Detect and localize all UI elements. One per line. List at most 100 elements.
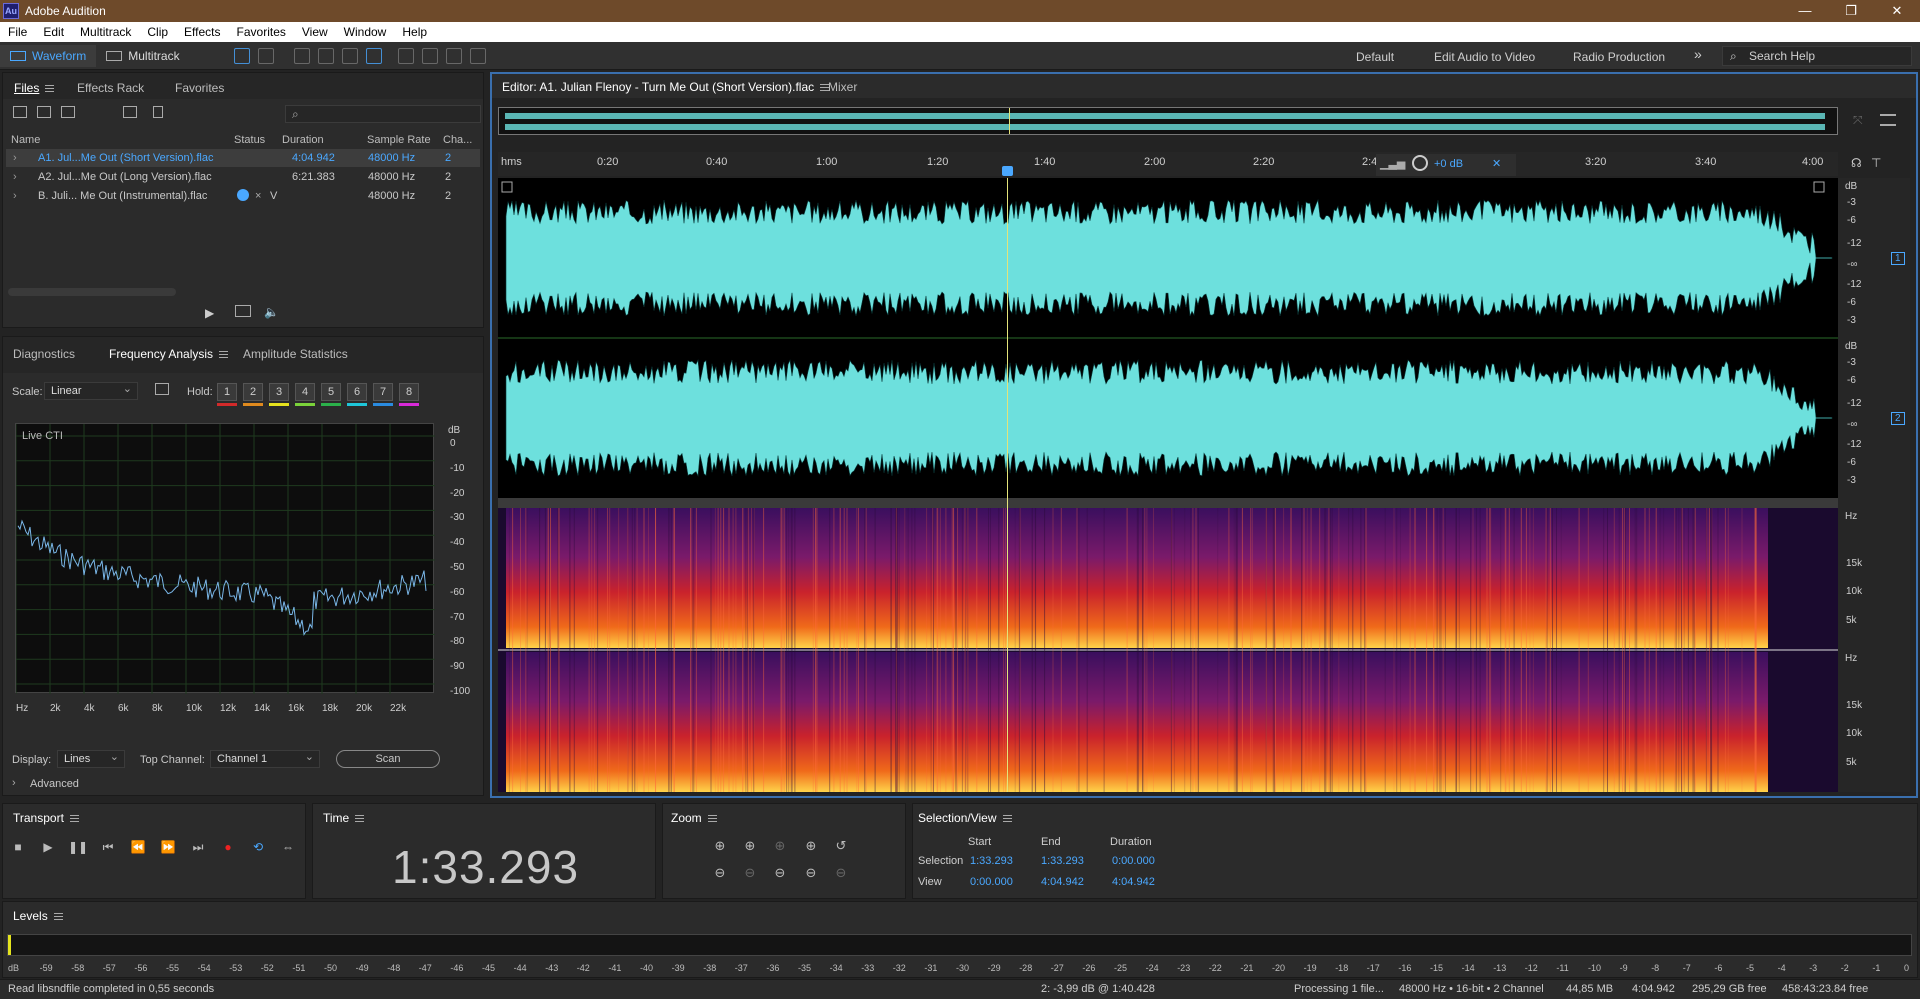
zoom-in-right-icon[interactable]: ⊖	[802, 865, 820, 881]
zoom-out-full-icon[interactable]: ⊖	[771, 865, 789, 881]
volume-knob-icon[interactable]	[1412, 155, 1428, 171]
restore-icon[interactable]: ❐	[1828, 0, 1874, 22]
delete-icon[interactable]	[153, 106, 163, 118]
hold-button-3[interactable]: 3	[269, 383, 289, 401]
column-duration[interactable]: Duration	[282, 134, 324, 146]
scale-select[interactable]: Linear	[44, 381, 138, 400]
menu-multitrack[interactable]: Multitrack	[72, 25, 139, 39]
hold-button-1[interactable]: 1	[217, 383, 237, 401]
pin-hud-icon[interactable]: ✕	[1492, 157, 1501, 170]
marquee-tool-icon[interactable]	[397, 47, 414, 64]
cancel-icon[interactable]: ×	[255, 190, 261, 202]
go-to-start-icon[interactable]: ⏮	[98, 838, 118, 856]
stop-icon[interactable]: ■	[8, 838, 28, 856]
play-preview-icon[interactable]: ▶	[205, 306, 214, 320]
menu-effects[interactable]: Effects	[176, 25, 228, 39]
skip-selection-icon[interactable]: ⇔	[278, 838, 298, 856]
spot-healing-tool-icon[interactable]	[469, 47, 486, 64]
hold-button-8[interactable]: 8	[399, 383, 419, 401]
time-display[interactable]: 1:33.293	[392, 840, 579, 894]
tab-files[interactable]: Files	[14, 81, 55, 95]
selection-end[interactable]: 1:33.293	[1041, 855, 1084, 867]
level-meter[interactable]	[7, 934, 1912, 956]
menu-edit[interactable]: Edit	[35, 25, 72, 39]
file-row[interactable]: › A1. Jul...Me Out (Short Version).flac …	[6, 149, 480, 167]
log-view-icon[interactable]	[155, 383, 169, 395]
tab-frequency-analysis[interactable]: Frequency Analysis	[109, 347, 229, 361]
waveform-view-icon[interactable]	[233, 47, 250, 64]
hold-button-5[interactable]: 5	[321, 383, 341, 401]
waveform-display[interactable]	[498, 178, 1838, 498]
marker-icon[interactable]: ⊤	[1871, 156, 1881, 170]
hold-button-6[interactable]: 6	[347, 383, 367, 401]
column-sample-rate[interactable]: Sample Rate	[367, 134, 431, 146]
playhead-handle[interactable]	[1002, 166, 1013, 176]
razor-tool-icon[interactable]	[317, 47, 334, 64]
hold-button-2[interactable]: 2	[243, 383, 263, 401]
scan-button[interactable]: Scan	[336, 750, 440, 768]
move-tool-icon[interactable]	[293, 47, 310, 64]
loop-preview-icon[interactable]	[235, 305, 251, 317]
spectral-view-icon[interactable]	[257, 47, 274, 64]
menu-favorites[interactable]: Favorites	[229, 25, 294, 39]
advanced-toggle[interactable]: Advanced	[30, 778, 79, 790]
hud-gain[interactable]: ▁▃▅ +0 dB ✕	[1376, 154, 1516, 176]
column-channels[interactable]: Cha...	[443, 134, 472, 146]
play-icon[interactable]: ▶	[38, 838, 58, 856]
tab-diagnostics[interactable]: Diagnostics	[13, 347, 75, 361]
analysis-panel-menu-icon[interactable]	[219, 351, 229, 359]
zoom-out-right-icon[interactable]: ⊖	[832, 865, 850, 881]
column-status[interactable]: Status	[234, 134, 265, 146]
waveform-mode-button[interactable]: Waveform	[0, 44, 97, 67]
top-channel-select[interactable]: Channel 1	[210, 749, 320, 768]
autoplay-icon[interactable]: 🔈	[264, 305, 279, 319]
go-to-end-icon[interactable]: ⏭	[188, 838, 208, 856]
zoom-overview-icon[interactable]: ⤧	[1853, 113, 1863, 128]
zoom-in-time-icon[interactable]: ⊕	[741, 838, 759, 854]
workspace-default[interactable]: Default	[1356, 50, 1394, 64]
file-row[interactable]: › A2. Jul...Me Out (Long Version).flac 6…	[6, 168, 480, 186]
frequency-graph[interactable]: Live CTI	[15, 423, 435, 694]
channel-tag-2[interactable]: 2	[1891, 412, 1905, 425]
zoom-out-time-icon[interactable]: ⊖	[741, 865, 759, 881]
hold-button-4[interactable]: 4	[295, 383, 315, 401]
zoom-in-amplitude-icon[interactable]: ⊕	[711, 838, 729, 854]
zoom-reset-icon[interactable]: ↺	[832, 838, 850, 854]
menu-help[interactable]: Help	[394, 25, 435, 39]
transport-menu-icon[interactable]	[69, 815, 79, 823]
open-file-icon[interactable]	[13, 106, 27, 118]
more-workspaces-icon[interactable]: »	[1694, 46, 1702, 62]
fast-forward-icon[interactable]: ⏩	[158, 838, 178, 856]
overview-navigator[interactable]	[498, 107, 1838, 135]
tab-amplitude-statistics[interactable]: Amplitude Statistics	[243, 347, 348, 361]
menu-window[interactable]: Window	[336, 25, 395, 39]
time-menu-icon[interactable]	[355, 815, 365, 823]
zoom-in-left-icon[interactable]: ⊕	[802, 838, 820, 854]
view-duration[interactable]: 4:04.942	[1112, 876, 1155, 888]
multitrack-mode-button[interactable]: Multitrack	[96, 45, 189, 67]
import-file-icon[interactable]	[37, 106, 51, 118]
selection-view-menu-icon[interactable]	[1002, 815, 1012, 823]
minimize-icon[interactable]: —	[1782, 0, 1828, 22]
hold-button-7[interactable]: 7	[373, 383, 393, 401]
selection-start[interactable]: 1:33.293	[970, 855, 1013, 867]
workspace-radio-production[interactable]: Radio Production	[1573, 50, 1665, 64]
lasso-tool-icon[interactable]	[421, 47, 438, 64]
tab-effects-rack[interactable]: Effects Rack	[77, 81, 144, 95]
close-icon[interactable]: ✕	[1874, 0, 1920, 22]
file-row[interactable]: › B. Juli... Me Out (Instrumental).flac …	[6, 187, 480, 205]
pause-icon[interactable]: ❚❚	[68, 838, 88, 856]
menu-clip[interactable]: Clip	[139, 25, 176, 39]
record-icon[interactable]: ●	[218, 838, 238, 856]
time-selection-tool-icon[interactable]	[365, 47, 382, 64]
files-search-input[interactable]: ⌕	[285, 105, 481, 123]
tab-editor[interactable]: Editor: A1. Julian Flenoy - Turn Me Out …	[502, 80, 830, 94]
advanced-chevron-icon[interactable]: ›	[12, 777, 16, 789]
display-select[interactable]: Lines	[57, 749, 125, 768]
rewind-icon[interactable]: ⏪	[128, 838, 148, 856]
menu-view[interactable]: View	[294, 25, 336, 39]
headphone-icon[interactable]: ☊	[1851, 156, 1862, 170]
zoom-to-selection-icon[interactable]: ⊕	[771, 838, 789, 854]
zoom-out-amplitude-icon[interactable]: ⊖	[711, 865, 729, 881]
loop-icon[interactable]: ⟲	[248, 838, 268, 856]
